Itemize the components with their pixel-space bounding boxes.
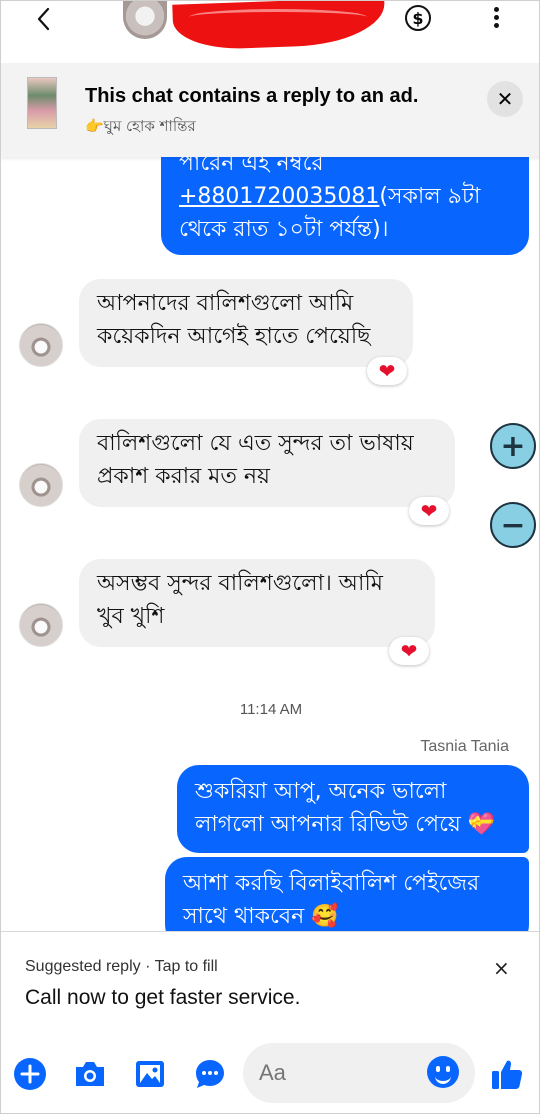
close-icon[interactable]: × [493,956,510,980]
chat-screen: পারেন এই নম্বরে +8801720035081(সকাল ৯টা … [0,0,540,1114]
minus-icon: − [500,507,526,543]
message-outgoing[interactable]: শুকরিয়া আপু, অনেক ভালো লাগলো আপনার রিভি… [177,765,529,853]
plus-icon[interactable] [13,1057,47,1091]
sender-name: Tasnia Tania [420,738,509,755]
message-incoming[interactable]: আপনাদের বালিশগুলো আমি কয়েকদিন আগেই হাতে… [79,279,413,367]
message-text: (সকাল ৯টা [379,184,481,209]
chat-bubble-icon[interactable] [193,1057,227,1091]
message-incoming[interactable]: অসম্ভব সুন্দর বালিশগুলো। আমি খুব খুশি [79,559,435,647]
phone-link[interactable]: +8801720035081 [179,184,379,209]
separator: · [145,958,151,975]
chevron-left-icon[interactable] [31,5,59,33]
message-input[interactable] [259,1043,419,1103]
message-line: অসম্ভব সুন্দর বালিশগুলো। আমি [97,571,383,596]
message-line: থেকে রাত ১০টা পর্যন্ত)। [179,217,389,242]
tap-to-fill-label: Tap to fill [154,958,218,975]
image-icon[interactable] [133,1057,167,1091]
heart-icon: ❤ [420,499,438,523]
heart-reaction[interactable]: ❤ [389,637,429,665]
message-line: সাথে থাকবেন 🥰 [183,904,339,929]
message-composer [1,1031,539,1113]
message-line: শুকরিয়া আপু, অনেক ভালো [195,779,447,804]
message-line: আপনাদের বালিশগুলো আমি [97,291,354,316]
ad-thumbnail[interactable] [27,77,57,129]
redaction-scribble [172,1,386,51]
emoji-icon[interactable] [427,1056,459,1088]
heart-icon: ❤ [400,639,418,663]
message-incoming[interactable]: বালিশগুলো যে এত সুন্দর তা ভাষায় প্রকাশ … [79,419,455,507]
suggested-reply-label: Suggested reply [25,958,141,975]
suggested-reply-text[interactable]: Call now to get faster service. [25,986,300,1010]
dollar-circle-icon[interactable]: $ [405,5,431,31]
message-line: +8801720035081(সকাল ৯টা [179,180,511,213]
message-line: কয়েকদিন আগেই হাতে পেয়েছি [97,324,371,349]
avatar[interactable] [123,1,167,39]
suggested-reply-hint: Suggested reply · Tap to fill [25,958,218,976]
message-line: লাগলো আপনার রিভিউ পেয়ে 💝 [195,812,496,837]
avatar[interactable] [19,463,63,507]
avatar[interactable] [19,323,63,367]
avatar[interactable] [19,603,63,647]
heart-reaction[interactable]: ❤ [367,357,407,385]
camera-icon[interactable] [73,1057,107,1091]
message-line: খুব খুশি [97,604,165,629]
message-line: বালিশগুলো যে এত সুন্দর তা ভাষায় [97,431,414,456]
thumbs-up-icon[interactable] [489,1057,525,1091]
close-icon[interactable]: ✕ [487,81,523,117]
message-line: প্রকাশ করার মত নয় [97,464,270,489]
more-vertical-icon[interactable] [491,7,501,29]
message-line: আশা করছি বিলাইবালিশ পেইজের [183,871,480,896]
chat-header: $ [1,1,539,63]
zoom-in-button[interactable]: + [490,423,536,469]
message-input-container[interactable] [243,1043,475,1103]
ad-banner-subtitle: 👉ঘুম হোক শান্তির [85,117,196,135]
heart-reaction[interactable]: ❤ [409,497,449,525]
plus-icon: + [500,428,526,464]
zoom-out-button[interactable]: − [490,502,536,548]
redaction-scribble [189,9,367,25]
timestamp: 11:14 AM [239,701,303,718]
heart-icon: ❤ [378,359,396,383]
ad-banner-title: This chat contains a reply to an ad. [85,85,419,107]
ad-reply-banner: This chat contains a reply to an ad. 👉ঘু… [1,63,539,157]
suggested-reply-panel[interactable]: Suggested reply · Tap to fill Call now t… [1,931,539,1023]
